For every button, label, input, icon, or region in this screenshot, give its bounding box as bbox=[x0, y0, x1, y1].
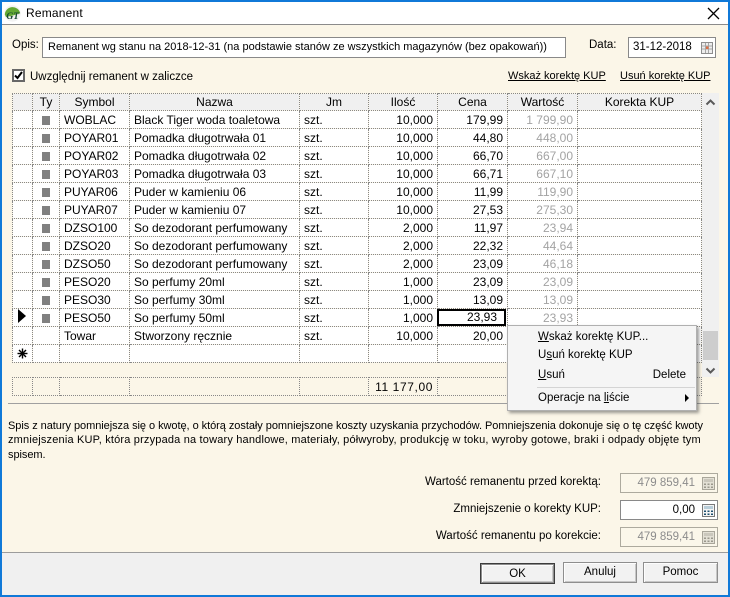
svg-text:GT: GT bbox=[6, 12, 20, 22]
